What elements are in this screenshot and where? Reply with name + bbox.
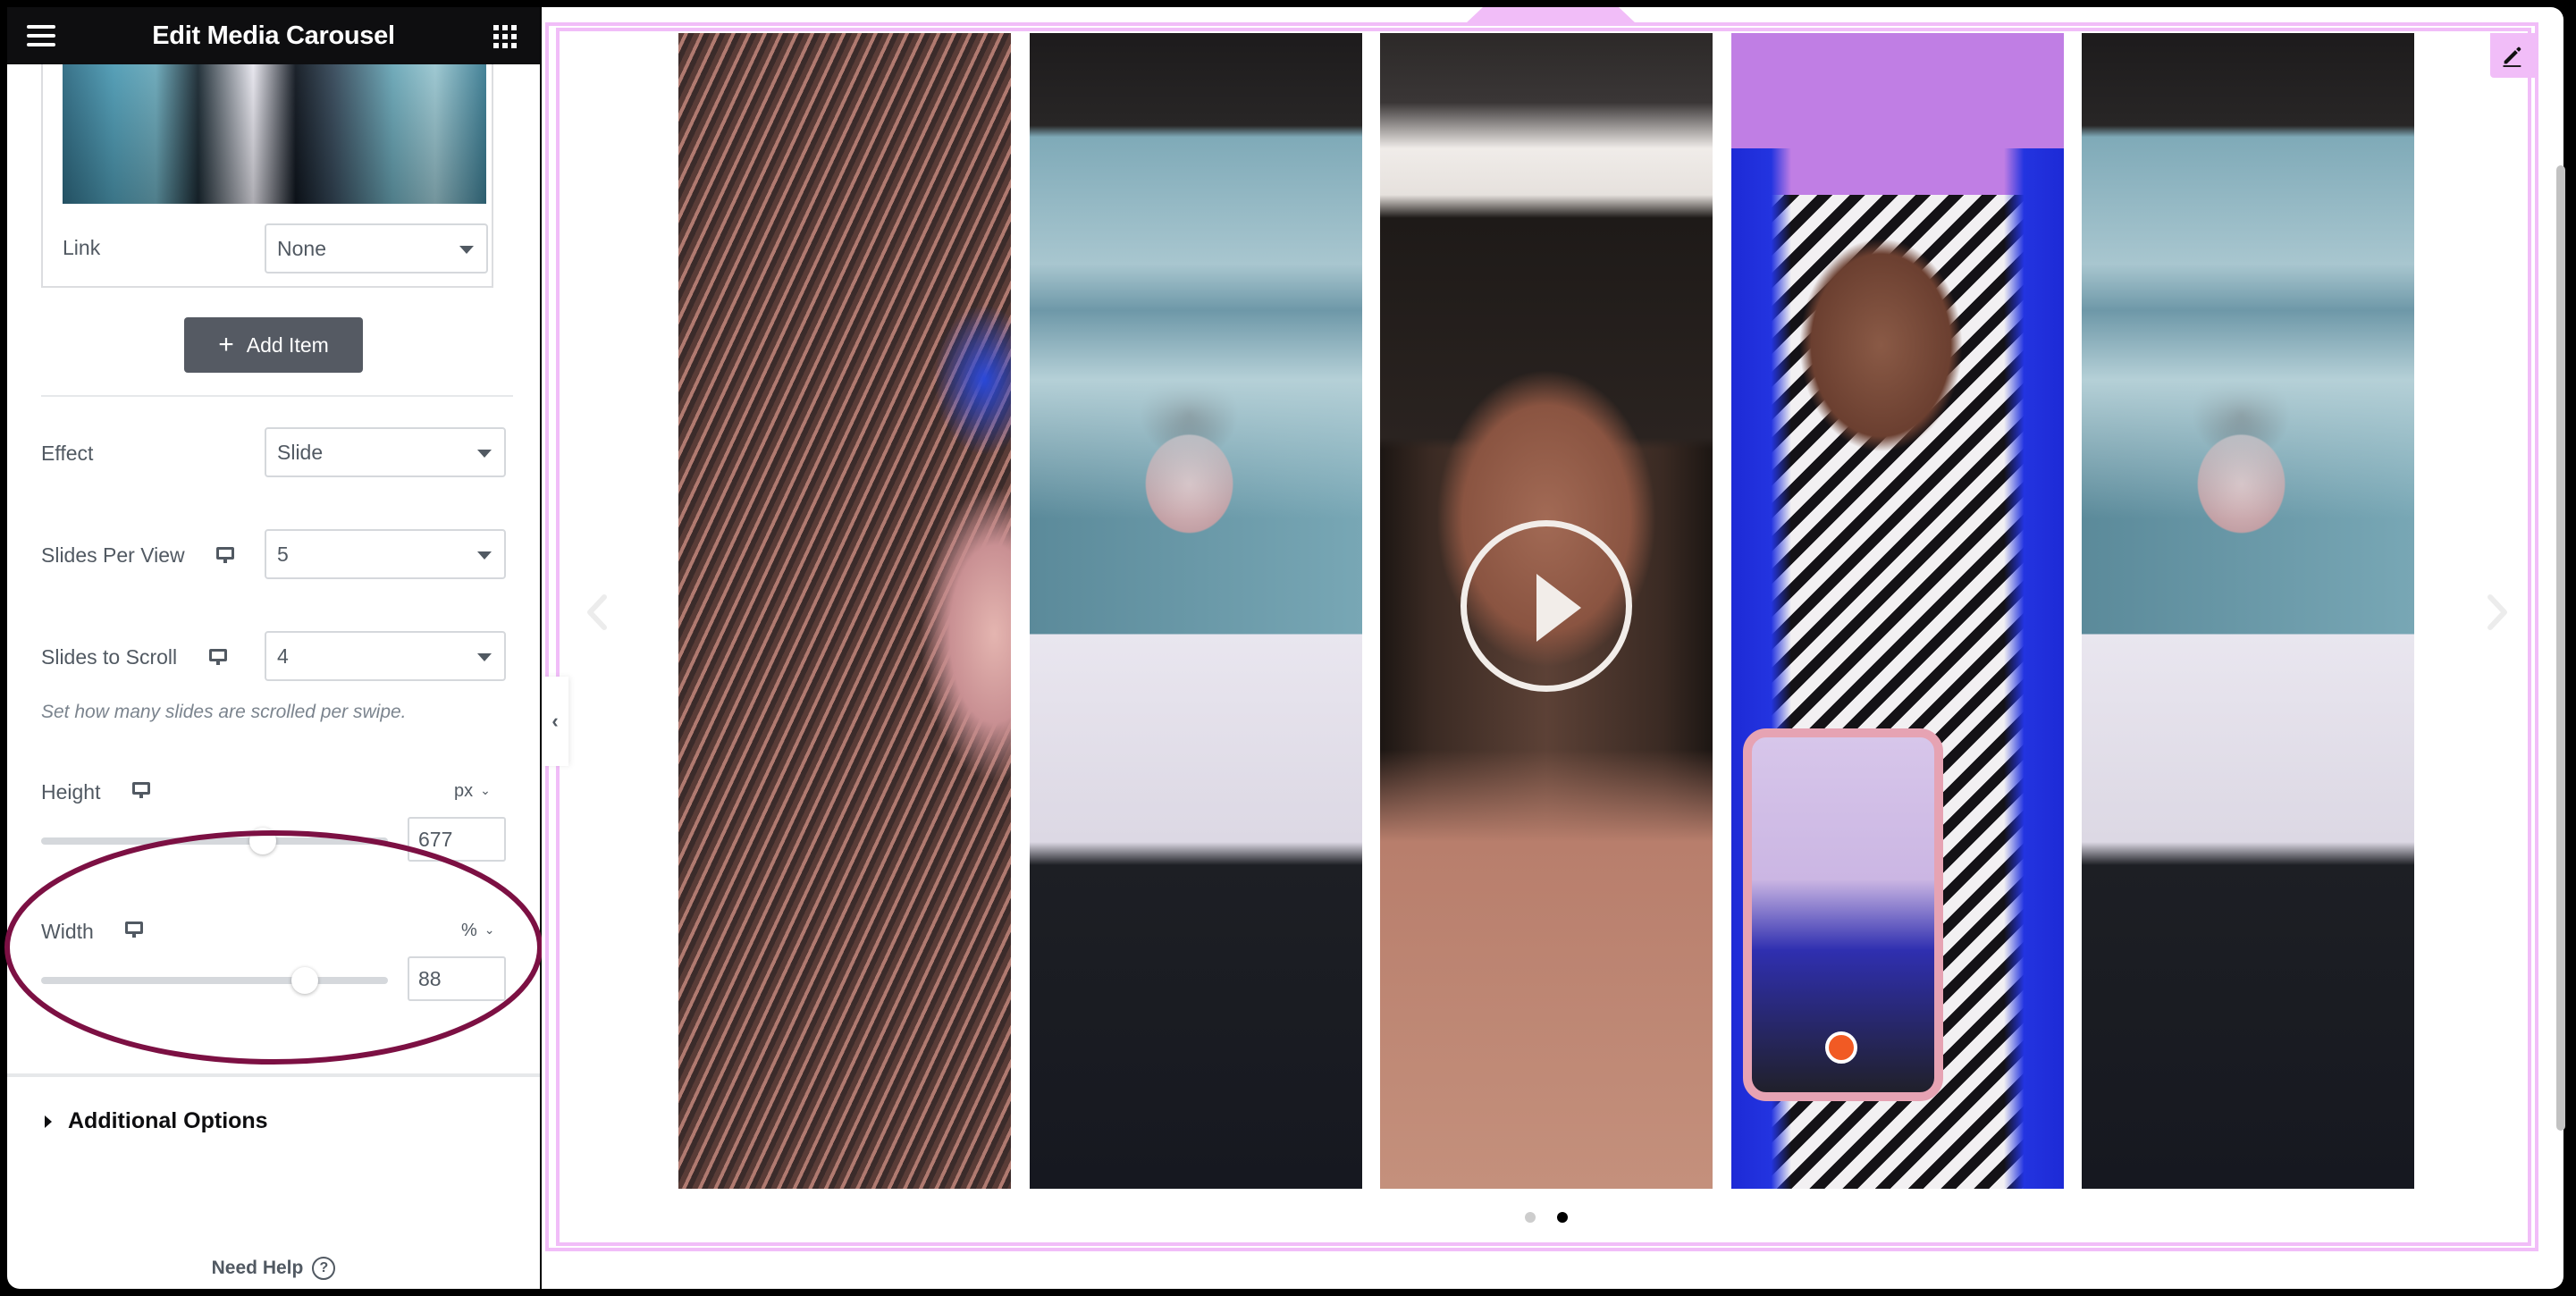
pencil-icon bbox=[2503, 46, 2521, 67]
edit-widget-button[interactable] bbox=[2490, 33, 2535, 78]
carousel-slide[interactable] bbox=[678, 33, 1011, 1189]
slides-per-view-select[interactable]: 5 bbox=[265, 529, 506, 579]
desktop-monitor-icon[interactable] bbox=[125, 922, 143, 938]
desktop-monitor-icon[interactable] bbox=[132, 782, 150, 798]
collapse-panel-button[interactable]: ‹ bbox=[542, 677, 568, 766]
effect-select[interactable]: Slide bbox=[265, 427, 506, 477]
caret-down-icon bbox=[477, 551, 492, 560]
width-slider-handle[interactable] bbox=[290, 967, 318, 994]
editor-panel: Edit Media Carousel Link None + Add Item… bbox=[7, 7, 540, 1289]
page-scrollbar[interactable] bbox=[2556, 165, 2565, 1131]
additional-options-toggle[interactable]: Additional Options bbox=[45, 1108, 268, 1134]
chevron-left-icon: ‹ bbox=[551, 710, 559, 732]
need-help-label: Need Help bbox=[211, 1258, 304, 1278]
height-input[interactable]: 677 bbox=[408, 817, 506, 862]
slides-per-view-value: 5 bbox=[277, 542, 289, 566]
panel-header: Edit Media Carousel bbox=[7, 7, 540, 64]
add-item-button[interactable]: + Add Item bbox=[184, 317, 363, 373]
carousel-prev-arrow[interactable] bbox=[579, 590, 615, 635]
height-slider-handle[interactable] bbox=[249, 828, 277, 854]
height-unit-value: px bbox=[454, 781, 474, 801]
carousel-slide[interactable] bbox=[2082, 33, 2414, 1189]
height-label: Height bbox=[41, 780, 101, 804]
link-select[interactable]: None bbox=[265, 223, 488, 274]
link-select-value: None bbox=[277, 236, 326, 260]
width-input[interactable]: 88 bbox=[408, 956, 506, 1001]
height-unit-select[interactable]: px ⌄ bbox=[454, 781, 491, 802]
caret-right-icon bbox=[45, 1115, 52, 1128]
width-slider[interactable] bbox=[41, 967, 388, 994]
width-unit-value: % bbox=[461, 921, 477, 940]
chevron-down-icon: ⌄ bbox=[484, 922, 495, 937]
height-slider[interactable] bbox=[41, 828, 388, 854]
panel-title: Edit Media Carousel bbox=[152, 21, 395, 50]
height-input-value: 677 bbox=[418, 827, 453, 851]
desktop-monitor-icon[interactable] bbox=[209, 649, 227, 665]
item-image-thumbnail[interactable] bbox=[63, 64, 486, 204]
slides-to-scroll-label: Slides to Scroll bbox=[41, 645, 178, 669]
caret-down-icon bbox=[477, 653, 492, 661]
chevron-right-icon bbox=[2488, 594, 2507, 630]
chevron-down-icon: ⌄ bbox=[480, 783, 491, 797]
divider bbox=[41, 395, 513, 397]
section-handle[interactable] bbox=[1466, 7, 1636, 23]
caret-down-icon bbox=[459, 246, 474, 254]
width-unit-select[interactable]: % ⌄ bbox=[461, 921, 495, 941]
additional-options-label: Additional Options bbox=[68, 1108, 268, 1133]
pagination-dot[interactable] bbox=[1525, 1212, 1536, 1223]
need-help-link[interactable]: Need Help ? bbox=[7, 1257, 540, 1280]
plus-icon: + bbox=[218, 330, 234, 359]
phone-in-photo bbox=[1743, 728, 1943, 1101]
carousel-slide[interactable] bbox=[1030, 33, 1362, 1189]
grid-apps-icon[interactable] bbox=[493, 25, 517, 48]
desktop-monitor-icon[interactable] bbox=[216, 547, 234, 563]
width-label: Width bbox=[41, 920, 94, 943]
effect-select-value: Slide bbox=[277, 440, 324, 464]
slides-to-scroll-select[interactable]: 4 bbox=[265, 631, 506, 681]
slides-to-scroll-hint: Set how many slides are scrolled per swi… bbox=[41, 702, 407, 722]
carousel-item-card: Link None bbox=[41, 64, 493, 288]
slides-per-view-label: Slides Per View bbox=[41, 543, 185, 567]
carousel-next-arrow[interactable] bbox=[2479, 590, 2515, 635]
slides-to-scroll-value: 4 bbox=[277, 644, 289, 668]
play-icon bbox=[1536, 574, 1581, 642]
link-label: Link bbox=[63, 236, 101, 259]
width-input-value: 88 bbox=[418, 966, 442, 990]
hamburger-menu-icon[interactable] bbox=[27, 25, 55, 46]
play-video-button[interactable] bbox=[1461, 520, 1632, 692]
effect-label: Effect bbox=[41, 442, 94, 465]
add-item-label: Add Item bbox=[246, 332, 329, 357]
pagination-dot-active[interactable] bbox=[1557, 1212, 1568, 1223]
carousel-slide[interactable] bbox=[1731, 33, 2064, 1189]
question-circle-icon: ? bbox=[312, 1257, 336, 1280]
caret-down-icon bbox=[477, 450, 492, 458]
chevron-left-icon bbox=[587, 594, 607, 630]
section-divider bbox=[7, 1073, 540, 1077]
